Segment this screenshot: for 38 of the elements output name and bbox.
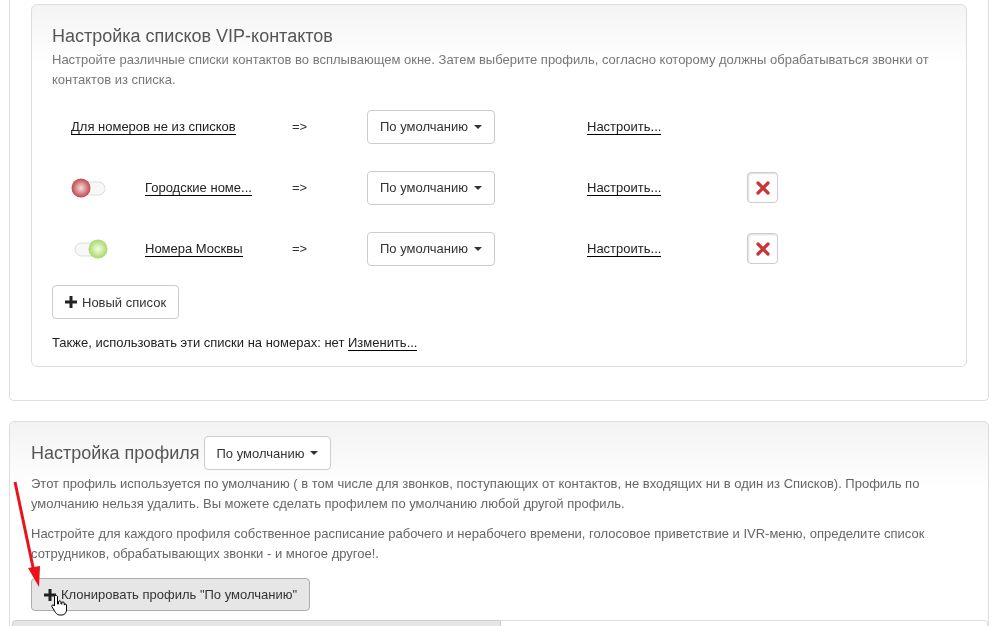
profile-dropdown[interactable]: По умолчанию bbox=[367, 170, 495, 205]
caret-icon bbox=[473, 246, 482, 251]
caret-icon bbox=[310, 451, 319, 455]
configure-link[interactable]: Настроить... bbox=[587, 241, 662, 257]
arrow-text: => bbox=[292, 180, 308, 195]
caret-icon bbox=[473, 185, 482, 190]
dropdown-label: По умолчанию bbox=[216, 445, 305, 461]
footer-text: Также, использовать эти списки на номерах: нет bbox=[52, 335, 345, 350]
change-link[interactable]: Изменить... bbox=[348, 335, 418, 351]
configure-link[interactable]: Настроить... bbox=[587, 180, 662, 196]
section-title: Настройка профиля bbox=[31, 442, 200, 464]
arrow-text: => bbox=[292, 119, 308, 134]
profile-dropdown[interactable]: По умолчанию bbox=[203, 436, 332, 470]
new-list-button[interactable]: Новый список bbox=[52, 285, 180, 319]
list-name-link[interactable]: Номера Москвы bbox=[145, 241, 243, 257]
section-title: Настройка списков VIP-контактов bbox=[52, 25, 334, 47]
close-icon bbox=[755, 241, 770, 256]
list-name-link[interactable]: Городские номе... bbox=[145, 180, 252, 196]
toggle-switch[interactable] bbox=[71, 238, 108, 259]
delete-button[interactable] bbox=[747, 172, 778, 203]
delete-button[interactable] bbox=[747, 233, 778, 264]
profile-dropdown[interactable]: По умолчанию bbox=[367, 109, 495, 144]
arrow-text: => bbox=[292, 241, 308, 256]
info-paragraph: Этот профиль используется по умолчанию ( в том числе для звонков, поступающих от контактов, не входящих ни в один из Списков). Профиль по умолчанию нельзя удалить. Вы можете сделать профилем по умолчанию любой другой профиль. bbox=[30, 475, 921, 513]
info-paragraph: Настройте для каждого профиля собственное расписание рабочего и нерабочего времени, голосовое приветствие и IVR-меню, определите список сотрудников, обрабатывающих звонки - и многое другое!. bbox=[30, 525, 926, 563]
dropdown-label: По умолчанию bbox=[380, 180, 468, 195]
toggle-switch[interactable] bbox=[71, 177, 108, 198]
close-icon bbox=[755, 180, 770, 195]
plus-icon bbox=[65, 296, 77, 308]
plus-icon bbox=[44, 588, 56, 601]
section-description: Настройте различные списки контактов во всплывающем окне. Затем выберите профиль, согласно которому должны обрабатываться звонки от контактов из списка. bbox=[52, 51, 930, 89]
dropdown-label: По умолчанию bbox=[380, 241, 468, 256]
dropdown-label: По умолчанию bbox=[380, 119, 468, 134]
configure-link[interactable]: Настроить... bbox=[587, 119, 662, 135]
list-name-link[interactable]: Для номеров не из списков bbox=[71, 119, 236, 135]
clone-profile-button[interactable]: Клонировать профиль "По умолчанию" bbox=[31, 578, 311, 611]
profile-dropdown[interactable]: По умолчанию bbox=[367, 231, 495, 266]
caret-icon bbox=[473, 124, 482, 129]
